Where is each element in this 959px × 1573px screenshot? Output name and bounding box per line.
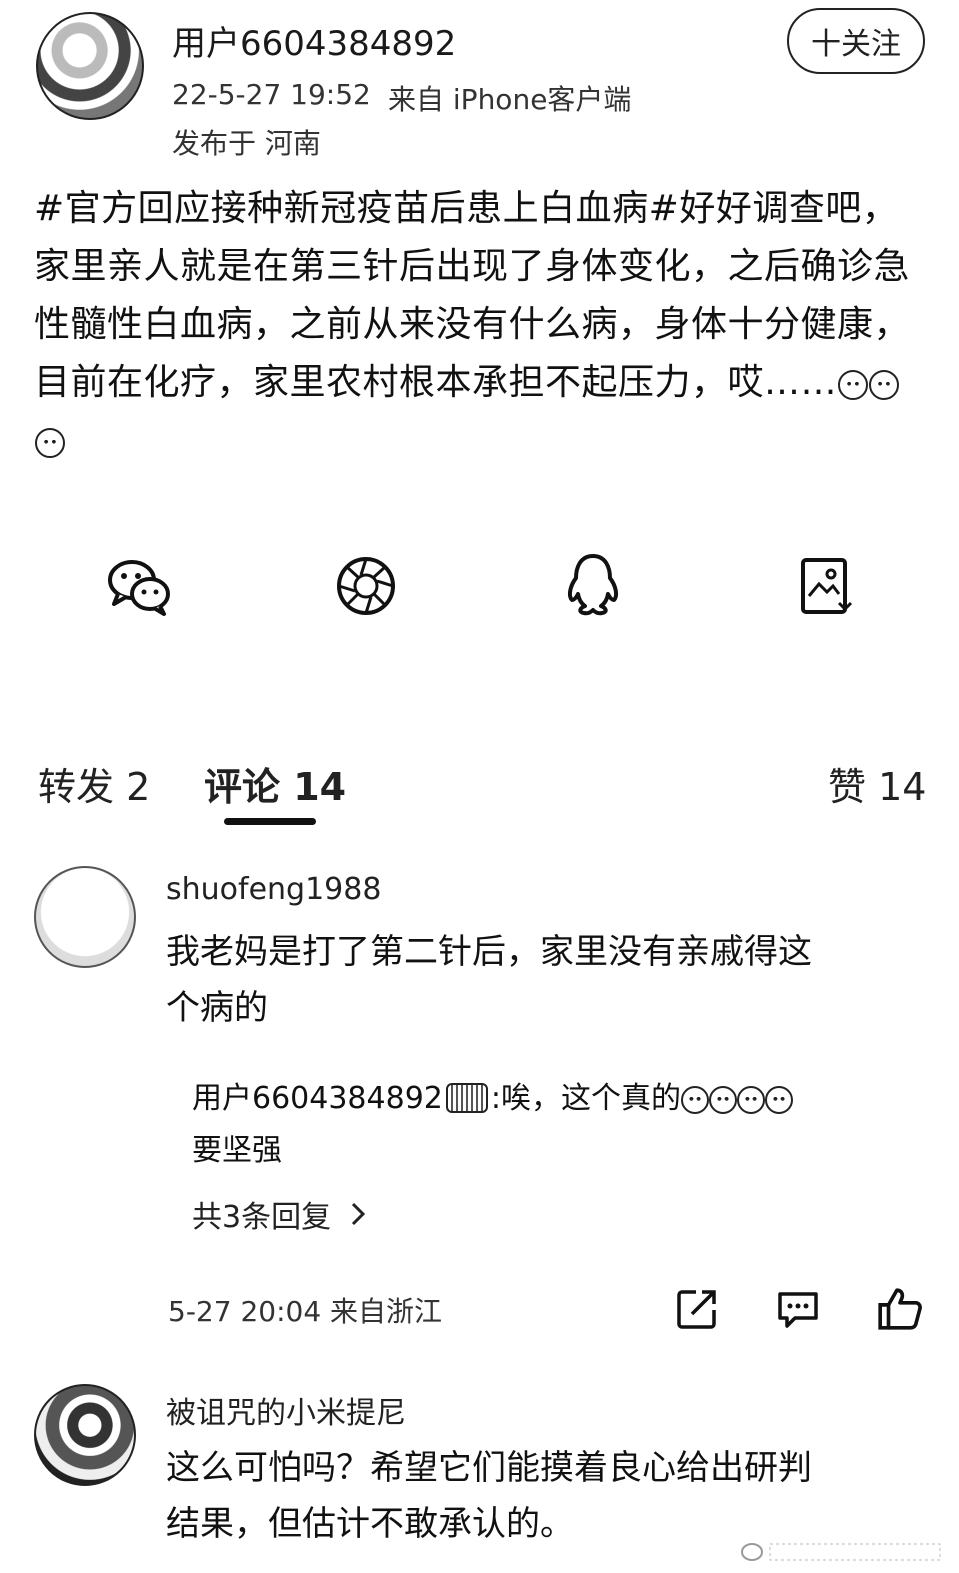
commenter-avatar[interactable]: [34, 866, 136, 968]
comment-text-line2: 结果，但估计不敢承认的。: [166, 1504, 574, 1544]
reply-text: :唉，这个真的: [490, 1081, 681, 1116]
wechat-icon[interactable]: [104, 550, 174, 620]
post-text: #官方回应接种新冠疫苗后患上白血病#好好调查吧，家里亲人就是在第三针后出现了身体…: [34, 180, 924, 470]
chevron-right-icon: [349, 1200, 367, 1235]
watermark-logo: [740, 1538, 950, 1572]
cry-emoji-icon: [708, 1086, 737, 1114]
cry-emoji-icon: [736, 1086, 765, 1114]
reply-author[interactable]: 用户6604384892: [192, 1081, 443, 1116]
post-author-name[interactable]: 用户6604384892: [172, 16, 456, 65]
more-replies-label: 共3条回复: [192, 1200, 332, 1235]
author-avatar[interactable]: [36, 12, 144, 120]
comment-text-line1: 这么可怕吗？希望它们能摸着良心给出研判: [166, 1448, 812, 1488]
follow-button-label: 十关注: [811, 27, 901, 62]
post-timestamp: 22-5-27 19:52: [172, 78, 371, 111]
follow-button[interactable]: 十关注: [787, 8, 925, 74]
comment-text-line2: 个病的: [166, 988, 268, 1028]
active-tab-indicator: [224, 818, 316, 825]
post-text-content: #官方回应接种新冠疫苗后患上白血病#好好调查吧，家里亲人就是在第三针后出现了身体…: [34, 188, 911, 403]
save-image-icon[interactable]: [795, 552, 865, 622]
moments-icon[interactable]: [331, 551, 401, 621]
reply-text-line2: 要坚强: [192, 1133, 282, 1168]
tab-likes[interactable]: 赞 14: [828, 756, 926, 811]
like-thumb-icon[interactable]: [876, 1284, 924, 1332]
post-location: 发布于 河南: [172, 127, 321, 160]
tab-reposts[interactable]: 转发 2: [38, 756, 150, 811]
comment-meta: 5-27 20:04 来自浙江: [168, 1295, 443, 1328]
reply-preview[interactable]: 用户6604384892 :唉，这个真的: [192, 1074, 793, 1124]
more-replies-link[interactable]: 共3条回复: [192, 1192, 367, 1236]
reply-comment-icon[interactable]: [775, 1286, 821, 1332]
author-badge-icon: [445, 1083, 488, 1113]
cry-emoji-icon: [35, 428, 65, 458]
tab-comments[interactable]: 评论 14: [204, 756, 346, 811]
comment-text-line1: 我老妈是打了第二针后，家里没有亲戚得这: [166, 932, 812, 972]
cry-emoji-icon: [838, 370, 869, 400]
share-comment-icon[interactable]: [674, 1286, 720, 1332]
post-source: 来自 iPhone客户端: [388, 83, 632, 116]
cry-emoji-icon: [764, 1086, 793, 1114]
cry-emoji-icon: [869, 370, 900, 400]
comment-author[interactable]: shuofeng1988: [166, 872, 381, 907]
qq-icon[interactable]: [558, 550, 628, 620]
comment-author[interactable]: 被诅咒的小米提尼: [166, 1388, 406, 1432]
cry-emoji-icon: [680, 1086, 709, 1114]
commenter-avatar[interactable]: [34, 1384, 136, 1486]
